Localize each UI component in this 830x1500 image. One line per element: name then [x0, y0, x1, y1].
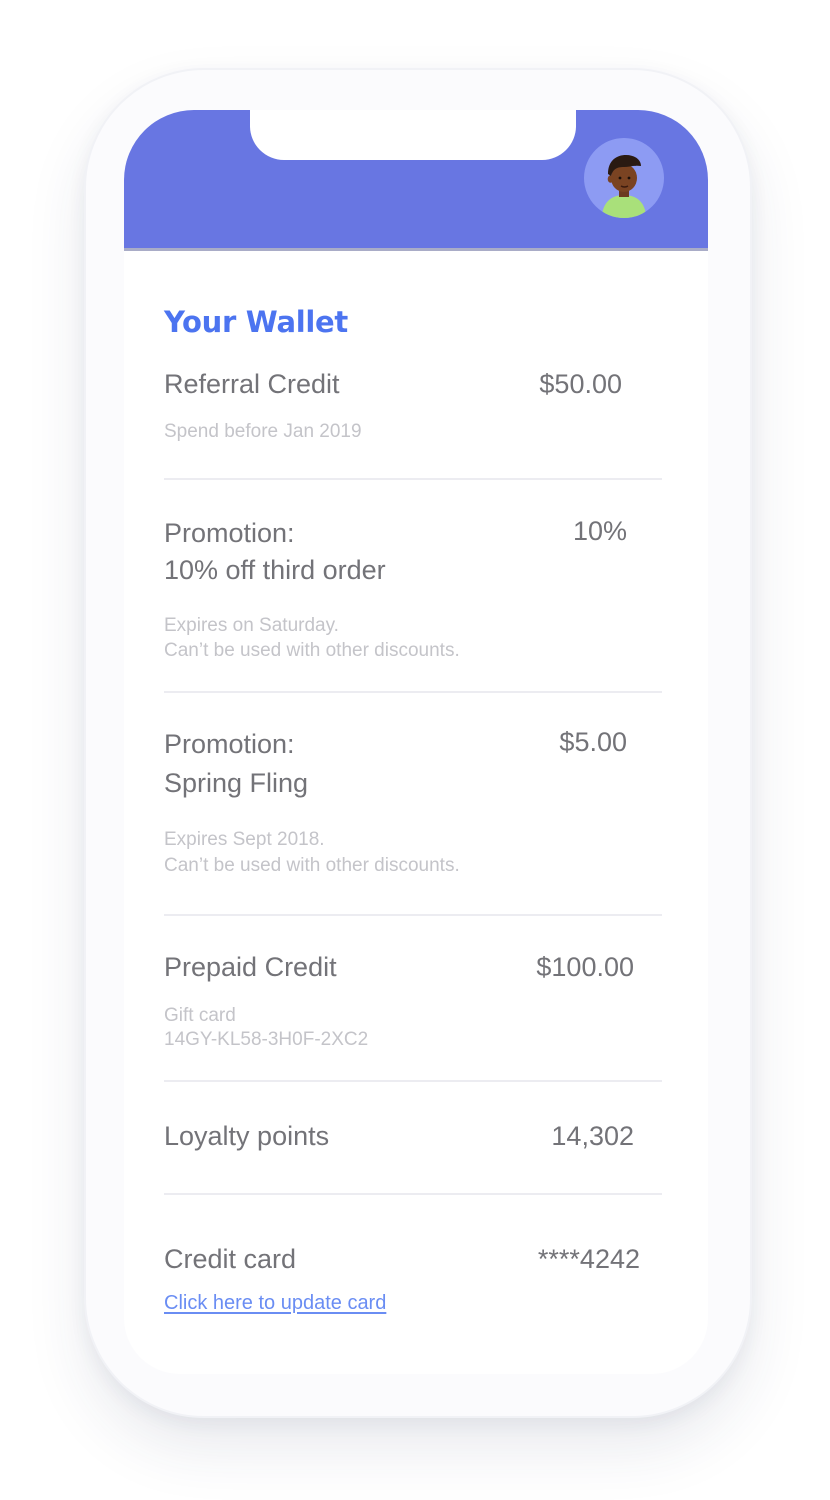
- update-card-link[interactable]: Click here to update card: [164, 1290, 386, 1316]
- wallet-item-promotion-10-off: Promotion: 10% off third order 10% Expir…: [164, 480, 662, 693]
- item-value: $5.00: [559, 727, 627, 757]
- wallet-item-referral-credit: Referral Credit $50.00 Spend before Jan …: [164, 344, 662, 480]
- item-label: Promotion:: [164, 518, 295, 548]
- card-number: ****4242: [537, 1244, 640, 1274]
- wallet-content: Your Wallet Referral Credit $50.00 Spend…: [164, 300, 662, 1325]
- item-label: Spring Fling: [164, 768, 309, 798]
- wallet-item-promotion-spring-fling: Promotion: Spring Fling $5.00 Expires Se…: [164, 693, 662, 916]
- item-note: Gift card: [164, 1005, 236, 1026]
- item-value: 14,302: [551, 1121, 634, 1151]
- item-note: Can’t be used with other discounts.: [164, 855, 460, 876]
- item-note: Expires on Saturday.: [164, 615, 339, 636]
- user-avatar-icon[interactable]: [584, 138, 664, 218]
- item-note: Spend before Jan 2019: [164, 421, 362, 442]
- item-label: Referral Credit: [164, 369, 340, 399]
- wallet-item-credit-card: Credit card ****4242 Click here to updat…: [164, 1195, 662, 1325]
- item-label: 10% off third order: [164, 555, 386, 585]
- app-screen: Your Wallet Referral Credit $50.00 Spend…: [124, 110, 708, 1374]
- item-label: Promotion:: [164, 729, 295, 759]
- item-value: $50.00: [539, 369, 622, 399]
- item-note: Can’t be used with other discounts.: [164, 640, 460, 661]
- wallet-item-loyalty-points: Loyalty points 14,302: [164, 1082, 662, 1195]
- item-label: Loyalty points: [164, 1121, 330, 1151]
- page-title: Your Wallet: [164, 305, 348, 339]
- phone-notch: [250, 110, 576, 160]
- item-label: Prepaid Credit: [164, 952, 337, 982]
- item-value: 10%: [572, 516, 627, 546]
- page: Your Wallet Referral Credit $50.00 Spend…: [0, 0, 830, 1500]
- gift-card-code: 14GY-KL58-3H0F-2XC2: [164, 1029, 369, 1050]
- item-label: Credit card: [164, 1244, 297, 1274]
- item-note: Expires Sept 2018.: [164, 829, 325, 850]
- item-value: $100.00: [536, 952, 634, 982]
- wallet-item-prepaid-credit: Prepaid Credit $100.00 Gift card 14GY-KL…: [164, 916, 662, 1082]
